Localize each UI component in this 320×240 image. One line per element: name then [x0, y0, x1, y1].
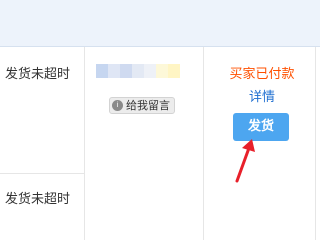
order-status-text: 买家已付款 — [229, 67, 295, 82]
message-icon: i — [112, 100, 123, 111]
table-header-band — [0, 0, 320, 47]
order-list-panel: 发货未超时 发货未超时 i 给我留言 买家已付款 详情 发货 — [0, 0, 320, 240]
leave-message-label: 给我留言 — [126, 99, 170, 112]
delivery-status-text: 发货未超时 — [5, 192, 71, 207]
row-divider — [0, 173, 84, 174]
delivery-status-text: 发货未超时 — [5, 67, 71, 82]
column-divider — [203, 47, 204, 240]
leave-message-button[interactable]: i 给我留言 — [109, 97, 175, 114]
blurred-product-thumbnail — [96, 64, 180, 78]
red-arrow-annotation-icon — [235, 139, 255, 183]
column-divider — [315, 47, 316, 240]
order-details-link[interactable]: 详情 — [218, 90, 306, 106]
column-divider — [84, 47, 85, 240]
